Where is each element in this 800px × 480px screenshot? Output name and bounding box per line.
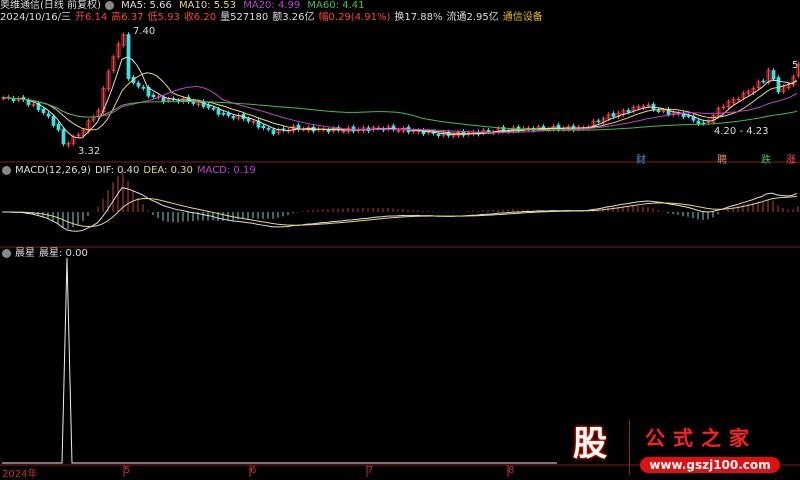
ma5-line [1,56,798,139]
right-label: 5 [792,60,799,71]
candle [231,116,236,119]
star-value: 晨星: 0.00 [39,248,88,259]
watermark-logo: 股 公式之家 www.gszj100.com [560,420,790,475]
star-line [2,257,557,464]
star-header: 晨星 晨星: 0.00 [2,248,92,260]
candle [46,113,51,117]
candle [761,80,766,83]
logo-divider [629,420,630,475]
candle [191,101,196,104]
axis-month: 5 [124,465,131,476]
candle [126,34,131,79]
candle [656,110,661,112]
high-price-label: 7.40 [133,26,156,37]
axis-month: 7 [367,465,374,476]
candle [216,109,221,115]
candle [486,130,491,132]
chart-canvas[interactable] [0,0,800,477]
candle [261,125,266,129]
chevron-down-icon[interactable] [2,165,11,175]
range-label: 4.20 - 4.23 [714,126,769,137]
candle [246,118,251,122]
candle [271,129,276,135]
logo-title: 公式之家 [645,426,757,450]
candle [51,116,56,126]
candle [161,97,166,103]
candle [696,120,701,125]
candle [136,82,141,87]
logo-icon: 股 [573,424,607,464]
candle [56,123,61,130]
candle [436,133,441,137]
tag-finance[interactable]: 财 [636,151,646,166]
tag-up[interactable]: 涨 [786,151,796,166]
macd-dea: DEA: 0.30 [143,165,193,176]
candle [226,112,231,116]
candle [771,70,776,80]
axis-year: 2024年 [2,469,38,480]
candle [206,105,211,108]
star-name: 晨星 [15,248,35,259]
candle [151,94,156,98]
axis-month: 6 [250,465,257,476]
candle [596,120,601,123]
candle [61,129,66,145]
candle [611,113,616,117]
candle [626,109,631,113]
candle [141,86,146,89]
candle [266,127,271,130]
low-price-label: 3.32 [78,146,101,157]
dea-line [1,195,798,228]
macd-name: MACD(12,26,9) [15,165,91,176]
macd-dif: DIF: 0.40 [94,165,140,176]
macd-value: MACD: 0.19 [196,165,256,176]
macd-header: MACD(12,26,9) DIF: 0.40 DEA: 0.30 MACD: 0.1… [2,165,260,177]
candle [776,77,781,93]
candle [41,108,46,114]
tag-down[interactable]: 跌 [761,151,771,166]
axis-month: 8 [508,465,515,476]
chevron-down-icon[interactable] [2,248,11,258]
candle [221,112,226,115]
candle [211,107,216,110]
logo-url: www.gszj100.com [640,457,780,473]
tag-hire[interactable]: 聘 [717,151,727,166]
candle [326,129,331,132]
